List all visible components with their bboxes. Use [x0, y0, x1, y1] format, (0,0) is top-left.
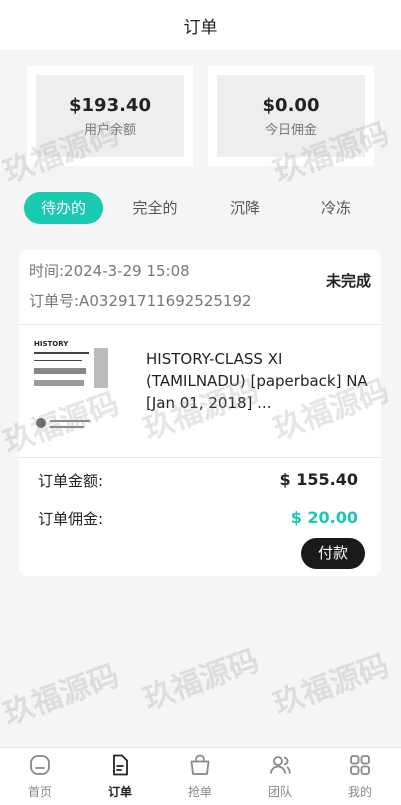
nav-item-home[interactable]: 首页 [0, 748, 80, 805]
tab-frozen[interactable]: 冷冻 [297, 192, 375, 224]
tab-pending[interactable]: 待办的 [24, 192, 103, 224]
nav-item-team[interactable]: 团队 [240, 748, 320, 805]
nav-label: 抢单 [187, 785, 212, 799]
nav-label: 首页 [27, 785, 52, 799]
watermark: 玖福源码 [0, 658, 124, 733]
order-commission-value: $ 20.00 [290, 508, 358, 527]
page-title: 订单 [183, 17, 218, 38]
thumbnail-block [94, 348, 108, 388]
thumbnail-block [34, 380, 84, 386]
thumbnail-line [50, 420, 90, 422]
grab-order-icon [190, 754, 210, 775]
divider [19, 324, 381, 325]
tab-settled[interactable]: 沉降 [206, 192, 284, 224]
thumbnail-line [34, 352, 89, 354]
nav-label: 订单 [107, 785, 132, 799]
thumbnail-line [50, 426, 84, 428]
watermark: 玖福源码 [138, 643, 264, 718]
thumbnail-seal [36, 418, 46, 428]
bottom-nav: 首页 订单 抢单 团队 我的 [0, 747, 401, 805]
today-commission-value: $0.00 [262, 94, 320, 116]
team-icon [270, 756, 291, 774]
today-commission-label: 今日佣金 [264, 122, 317, 138]
divider [19, 457, 381, 458]
order-card[interactable]: 时间:2024-3-29 15:08 订单号:A0329171169252519… [19, 250, 381, 576]
balance-value: $193.40 [69, 94, 151, 116]
balance-card: $193.40 用户余额 [27, 66, 193, 166]
thumbnail-block [34, 368, 86, 374]
header-bar: 订单 [0, 0, 401, 50]
order-amount-value: $ 155.40 [279, 470, 358, 489]
home-icon [30, 755, 50, 775]
balance-label: 用户余额 [83, 122, 136, 138]
today-commission-card: $0.00 今日佣金 [208, 66, 374, 166]
profile-icon [350, 755, 370, 775]
order-status-tabs: 待办的 完全的 沉降 冷冻 [0, 192, 401, 224]
order-commission-label: 订单佣金: [38, 510, 104, 528]
order-time: 时间:2024-3-29 15:08 [29, 262, 190, 280]
product-thumbnail[interactable]: HISTORY [32, 338, 132, 438]
nav-item-orders[interactable]: 订单 [80, 748, 160, 805]
thumbnail-line [34, 360, 82, 361]
pay-button[interactable]: 付款 [301, 538, 365, 569]
order-status: 未完成 [325, 272, 371, 290]
balance-card-inner: $193.40 用户余额 [36, 75, 184, 157]
nav-label: 团队 [267, 785, 292, 799]
watermark: 玖福源码 [268, 648, 394, 723]
nav-item-profile[interactable]: 我的 [320, 748, 400, 805]
today-commission-card-inner: $0.00 今日佣金 [217, 75, 365, 157]
order-amount-label: 订单金额: [38, 472, 104, 490]
order-icon [113, 754, 128, 776]
order-number: 订单号:A03291711692525192 [29, 292, 252, 310]
product-title[interactable]: HISTORY-CLASS XI (TAMILNADU) [paperback]… [146, 348, 368, 414]
nav-item-grab-order[interactable]: 抢单 [160, 748, 240, 805]
nav-label: 我的 [347, 785, 372, 799]
thumbnail-title: HISTORY [34, 340, 69, 348]
tab-completed[interactable]: 完全的 [114, 192, 196, 224]
